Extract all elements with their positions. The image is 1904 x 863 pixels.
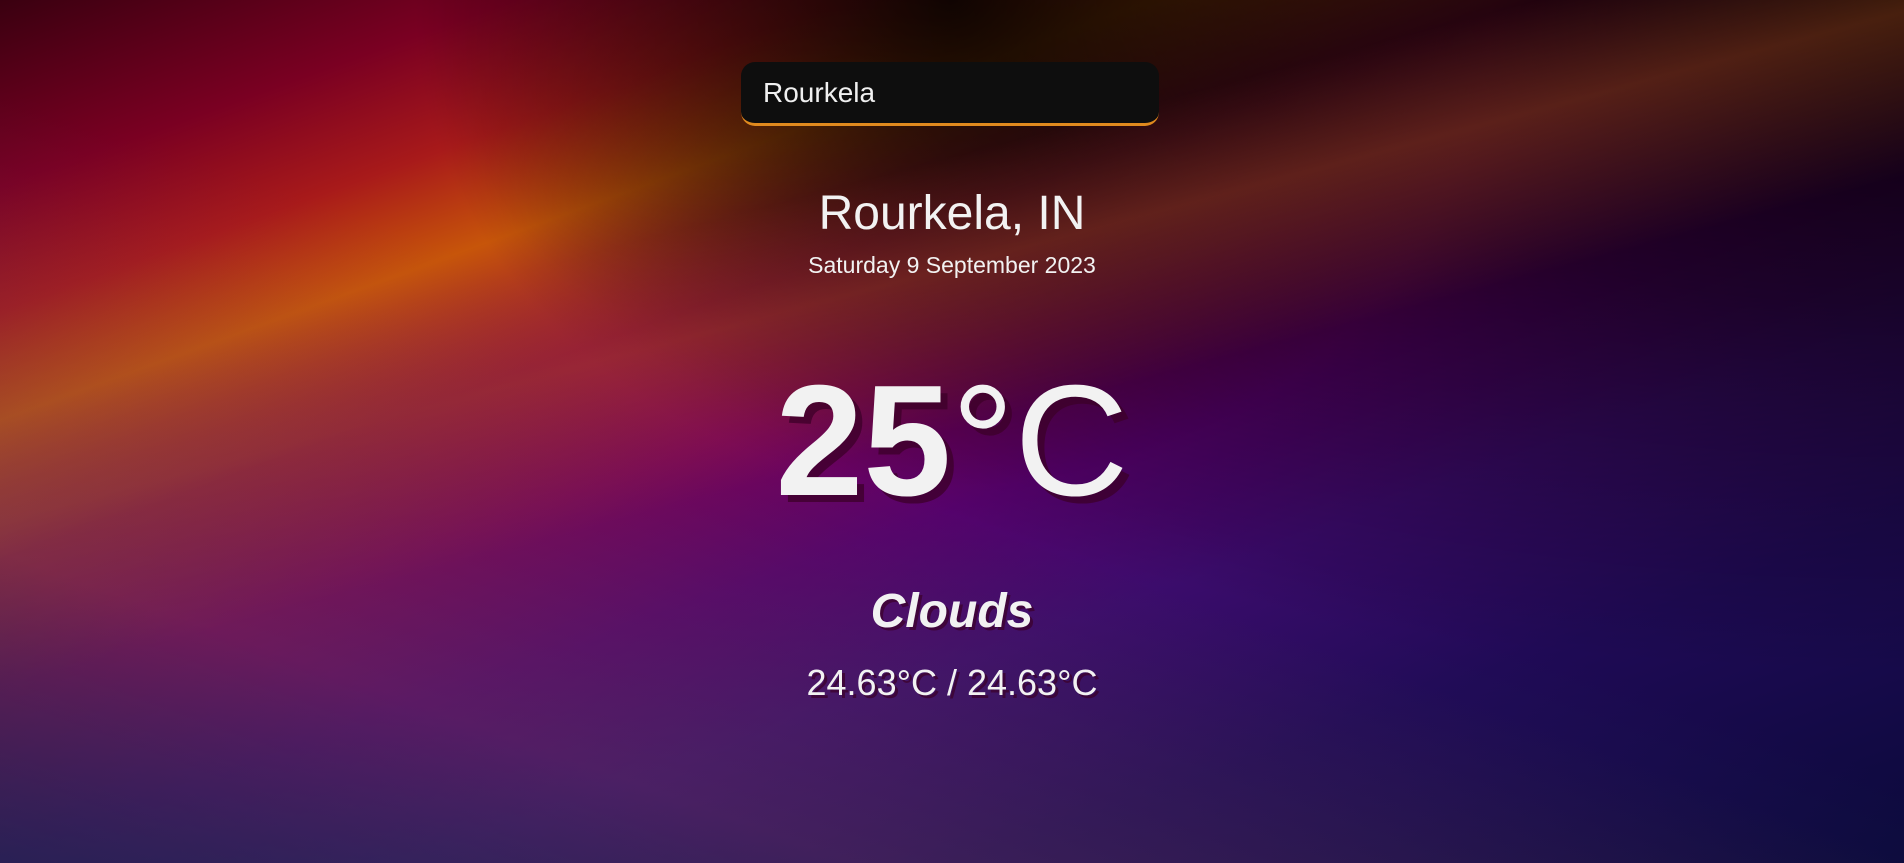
search-bar[interactable] — [741, 62, 1159, 126]
location-name: Rourkela, IN — [818, 187, 1086, 240]
weather-condition: Clouds — [870, 585, 1034, 638]
current-date: Saturday 9 September 2023 — [808, 252, 1096, 278]
temperature-display: 25°C — [0, 362, 1904, 520]
temperature-unit: °C — [951, 353, 1129, 529]
temperature-value: 25 — [775, 353, 952, 529]
temperature-range: 24.63°C / 24.63°C — [806, 662, 1098, 703]
weather-app: Rourkela, IN Saturday 9 September 2023 2… — [0, 0, 1904, 863]
search-input[interactable] — [763, 62, 1143, 123]
